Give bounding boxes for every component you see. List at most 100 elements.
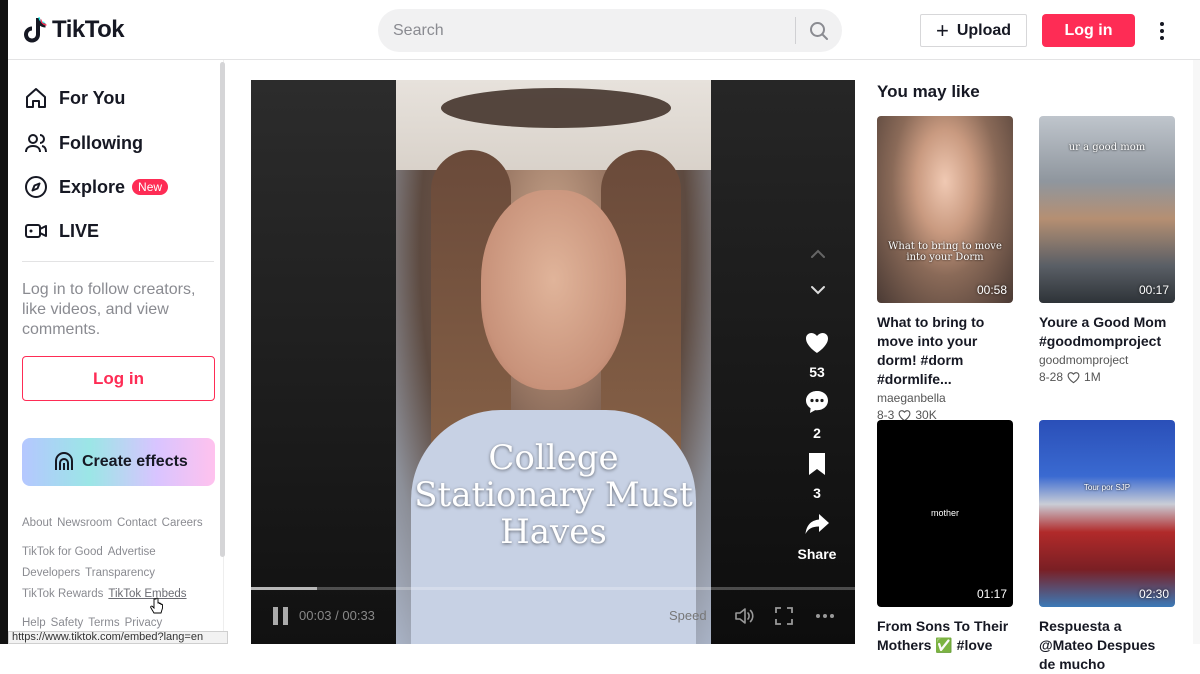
search-button[interactable] xyxy=(796,9,842,52)
nav-for-you[interactable]: For You xyxy=(24,86,125,110)
footer-link-newsroom[interactable]: Newsroom xyxy=(57,517,112,529)
card-title[interactable]: Respuesta a @Mateo Despues de mucho xyxy=(1039,617,1175,674)
login-prompt: Log in to follow creators, like videos, … xyxy=(22,281,196,338)
live-icon xyxy=(25,224,47,238)
video-progress-fill xyxy=(251,587,318,590)
footer-link-advertise[interactable]: Advertise xyxy=(108,546,156,558)
save-button[interactable]: 3 xyxy=(791,451,843,501)
video-thumbnail[interactable]: What to bring to move into your Dorm 00:… xyxy=(877,116,1013,303)
footer-links: Developers Transparency xyxy=(22,567,155,579)
compass-icon xyxy=(25,176,47,198)
create-effects-label: Create effects xyxy=(82,453,188,470)
video-thumbnail[interactable]: Tour por SJP 02:30 xyxy=(1039,420,1175,607)
card-title[interactable]: Youre a Good Mom #goodmomproject xyxy=(1039,313,1175,351)
footer-link-tiktok-embeds[interactable]: TikTok Embeds xyxy=(108,588,186,600)
recommendation-card[interactable]: What to bring to move into your Dorm 00:… xyxy=(877,116,1013,422)
nav-label: Following xyxy=(59,132,143,153)
logo-wordmark: TikTok xyxy=(52,16,125,43)
effects-house-icon xyxy=(55,452,73,470)
share-label: Share xyxy=(797,546,837,562)
footer-link-transparency[interactable]: Transparency xyxy=(85,567,155,579)
nav-explore[interactable]: Explore New xyxy=(24,175,169,199)
card-title[interactable]: What to bring to move into your dorm! #d… xyxy=(877,313,1013,389)
comment-icon xyxy=(806,391,828,413)
recommendation-card[interactable]: Tour por SJP 02:30 Respuesta a @Mateo De… xyxy=(1039,420,1175,674)
upload-label: Upload xyxy=(956,21,1012,39)
upload-button[interactable]: + Upload xyxy=(920,14,1027,47)
card-likes: 1M xyxy=(1084,370,1101,384)
search-bar[interactable]: Search xyxy=(378,9,842,52)
tiktok-logo[interactable]: TikTok xyxy=(22,16,125,44)
video-player[interactable]: College Stationary Must Haves 53 2 3 Sha… xyxy=(251,80,855,644)
nav-label: For You xyxy=(59,87,126,108)
nav-following[interactable]: Following xyxy=(24,131,143,155)
hand-cursor-icon xyxy=(150,597,163,614)
video-caption: College Stationary Must Haves xyxy=(414,438,693,552)
recommendation-card[interactable]: ur a good mom 00:17 Youre a Good Mom #go… xyxy=(1039,116,1175,384)
video-ceiling-fan xyxy=(441,88,671,128)
pause-icon[interactable] xyxy=(273,607,289,625)
volume-icon[interactable] xyxy=(733,605,755,627)
footer-link-safety[interactable]: Safety xyxy=(51,617,84,629)
card-author[interactable]: goodmomproject xyxy=(1039,353,1175,367)
sidebar-login-button[interactable]: Log in xyxy=(22,356,215,401)
thumbnail-overlay-text: mother xyxy=(930,508,959,518)
create-effects-button[interactable]: Create effects xyxy=(22,438,215,486)
video-person-face xyxy=(481,190,626,390)
card-meta: 8-28 1M xyxy=(1039,370,1175,384)
more-options-icon[interactable] xyxy=(814,605,836,627)
fullscreen-icon[interactable] xyxy=(773,605,795,627)
footer-link-help[interactable]: Help xyxy=(22,617,46,629)
like-button[interactable]: 53 xyxy=(791,330,843,380)
speed-button[interactable]: Speed xyxy=(669,608,707,623)
footer-link-careers[interactable]: Careers xyxy=(162,517,203,529)
video-duration: 02:30 xyxy=(1138,587,1169,601)
save-count: 3 xyxy=(813,485,821,501)
like-count: 53 xyxy=(809,364,825,380)
card-title[interactable]: From Sons To Their Mothers ✅ #love xyxy=(877,617,1013,655)
footer-link-tiktok-for-good[interactable]: TikTok for Good xyxy=(22,546,103,558)
recommendation-card[interactable]: mother 01:17 From Sons To Their Mothers … xyxy=(877,420,1013,655)
card-author[interactable]: maeganbella xyxy=(877,391,1013,405)
thumbnail-overlay-text: ur a good mom xyxy=(1068,142,1146,153)
chevron-down-icon[interactable] xyxy=(807,279,829,301)
nav-live[interactable]: LIVE xyxy=(24,219,99,243)
sidebar: For You Following Explore New LIVE Log i… xyxy=(8,60,225,644)
video-duration: 00:17 xyxy=(1138,283,1169,297)
footer-link-developers[interactable]: Developers xyxy=(22,567,80,579)
footer-link-contact[interactable]: Contact xyxy=(117,517,157,529)
footer-link-about[interactable]: About xyxy=(22,517,52,529)
share-button[interactable]: Share xyxy=(791,511,843,562)
sidebar-divider xyxy=(22,261,214,262)
home-icon xyxy=(26,88,46,108)
page-scrollbar[interactable] xyxy=(1193,60,1200,644)
video-thumbnail[interactable]: ur a good mom 00:17 xyxy=(1039,116,1175,303)
video-controls: 00:03 / 00:33 Speed xyxy=(251,600,855,630)
chevron-up-icon[interactable] xyxy=(807,243,829,265)
video-progress-bar[interactable] xyxy=(251,587,855,590)
search-icon xyxy=(810,21,828,40)
footer-link-terms[interactable]: Terms xyxy=(88,617,119,629)
footer-links: About Newsroom Contact Careers xyxy=(22,517,203,529)
status-url-tooltip: https://www.tiktok.com/embed?lang=en xyxy=(8,631,228,644)
login-button[interactable]: Log in xyxy=(1042,14,1135,47)
thumbnail-overlay-text: What to bring to move into your Dorm xyxy=(888,241,1002,263)
footer-links: Help Safety Terms Privacy xyxy=(22,617,162,629)
footer-links: TikTok for Good Advertise xyxy=(22,546,156,558)
share-icon xyxy=(805,514,829,534)
video-thumbnail[interactable]: mother 01:17 xyxy=(877,420,1013,607)
more-menu-icon[interactable] xyxy=(1153,18,1171,44)
window-edge xyxy=(0,0,8,644)
users-icon xyxy=(25,134,47,153)
heart-outline-icon xyxy=(1067,371,1080,383)
new-badge: New xyxy=(132,179,169,195)
video-time: 00:03 / 00:33 xyxy=(299,608,375,623)
video-duration: 01:17 xyxy=(976,587,1007,601)
footer-link-tiktok-rewards[interactable]: TikTok Rewards xyxy=(22,588,103,600)
sidebar-scrollbar[interactable] xyxy=(220,62,225,557)
footer-link-privacy[interactable]: Privacy xyxy=(125,617,163,629)
video-backdrop-left xyxy=(251,80,396,644)
comment-count: 2 xyxy=(813,425,821,441)
search-input[interactable]: Search xyxy=(378,22,795,40)
comment-button[interactable]: 2 xyxy=(791,389,843,441)
